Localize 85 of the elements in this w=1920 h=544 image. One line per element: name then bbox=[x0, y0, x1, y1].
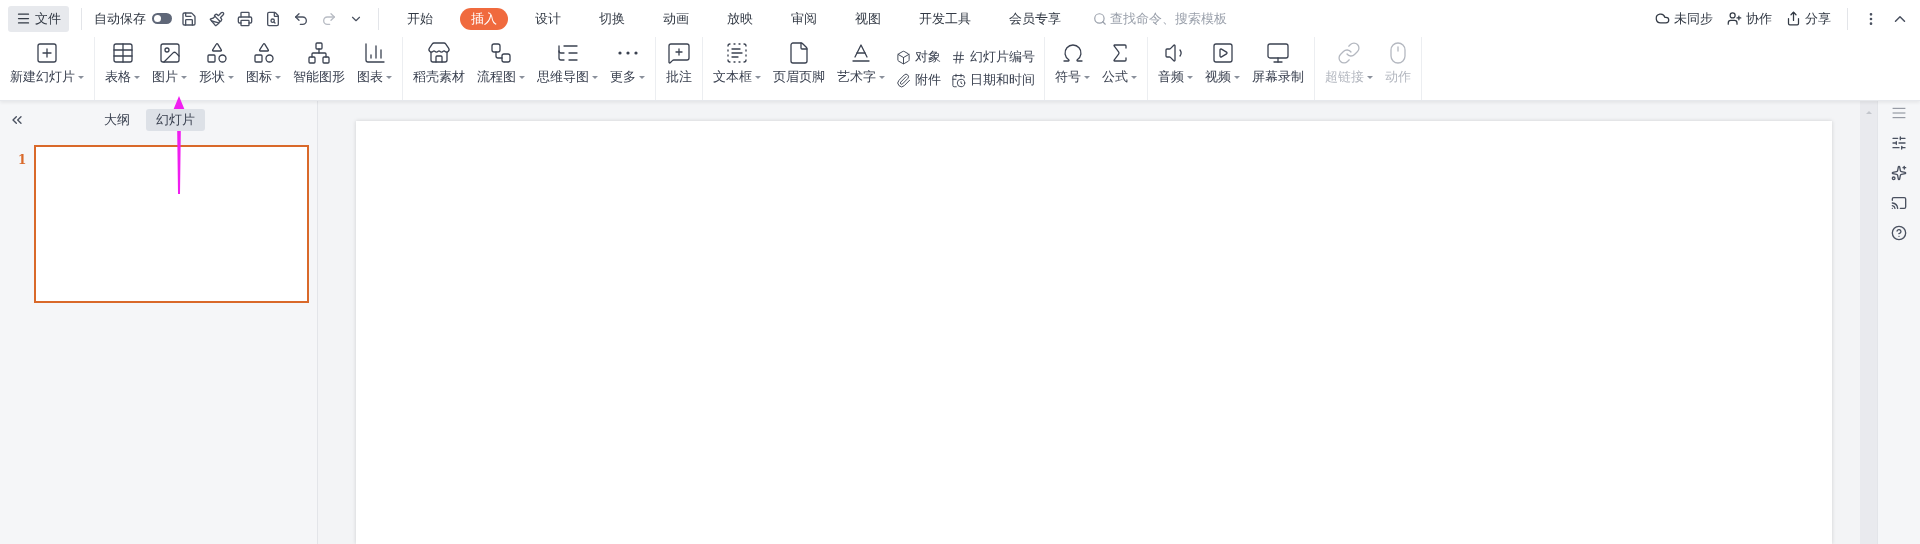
caret-icon bbox=[181, 76, 187, 79]
store-icon bbox=[427, 41, 451, 65]
caret-icon bbox=[228, 76, 234, 79]
caret-icon bbox=[1367, 76, 1373, 79]
shapes-icon bbox=[251, 41, 276, 65]
paperclip-icon bbox=[896, 72, 911, 88]
caret-icon bbox=[78, 76, 84, 79]
menu-icon bbox=[16, 11, 31, 26]
panel-tab[interactable]: 幻灯片 bbox=[146, 109, 205, 131]
autosave-label: 自动保存 bbox=[94, 9, 146, 28]
ribbon-button[interactable]: 日期和时间 bbox=[951, 71, 1035, 89]
text-box-icon bbox=[725, 41, 749, 65]
ribbon-button[interactable]: 更多 bbox=[604, 37, 651, 100]
search-icon bbox=[1093, 11, 1107, 26]
ribbon-button[interactable]: 思维导图 bbox=[531, 37, 604, 100]
caret-icon bbox=[134, 76, 140, 79]
ribbon-tab[interactable]: 放映 bbox=[716, 7, 764, 30]
scrollbar[interactable] bbox=[1860, 101, 1877, 544]
shapes-icon bbox=[204, 41, 229, 65]
bar-chart-icon bbox=[362, 41, 387, 65]
ribbon-button[interactable]: 文本框 bbox=[707, 37, 767, 100]
ribbon-button[interactable]: 符号 bbox=[1049, 37, 1096, 100]
ribbon-button[interactable]: 稻壳素材 bbox=[407, 37, 471, 100]
ribbon-tab[interactable]: 动画 bbox=[652, 7, 700, 30]
user-plus-icon bbox=[1727, 11, 1742, 26]
caret-icon bbox=[755, 76, 761, 79]
ribbon-button[interactable]: 幻灯片编号 bbox=[951, 48, 1035, 66]
ribbon-button[interactable]: 图表 bbox=[351, 37, 398, 100]
ribbon-tab[interactable]: 审阅 bbox=[780, 7, 828, 30]
slide-number: 1 bbox=[18, 153, 28, 167]
image-icon bbox=[157, 41, 182, 65]
panel-tab[interactable]: 大纲 bbox=[94, 109, 140, 131]
ribbon-tab[interactable]: 设计 bbox=[524, 7, 572, 30]
ribbon-button[interactable]: 页眉页脚 bbox=[767, 37, 831, 100]
ellipsis-icon bbox=[617, 51, 638, 55]
ribbon-button[interactable]: 音频 bbox=[1152, 37, 1199, 100]
ribbon-tab[interactable]: 开发工具 bbox=[908, 7, 982, 30]
ribbon-button[interactable]: 视频 bbox=[1199, 37, 1246, 100]
ribbon-button[interactable]: 流程图 bbox=[471, 37, 531, 100]
caret-icon bbox=[1084, 76, 1090, 79]
ribbon-tab[interactable]: 开始 bbox=[396, 7, 444, 30]
caret-icon bbox=[592, 76, 598, 79]
play-icon bbox=[1210, 41, 1235, 65]
caret-icon bbox=[639, 76, 645, 79]
link-icon bbox=[1337, 41, 1361, 65]
ribbon-button[interactable]: 批注 bbox=[660, 37, 698, 100]
ribbon-tab[interactable]: 切换 bbox=[588, 7, 636, 30]
comment-plus-icon bbox=[667, 41, 691, 65]
ribbon-button[interactable]: 形状 bbox=[193, 37, 240, 100]
cube-icon bbox=[896, 49, 911, 65]
cloud-icon bbox=[1655, 11, 1670, 26]
ribbon-button[interactable]: 屏幕录制 bbox=[1246, 37, 1310, 100]
page-icon bbox=[787, 41, 811, 65]
caret-icon bbox=[1187, 76, 1193, 79]
square-plus-icon bbox=[35, 41, 59, 65]
ribbon-button[interactable]: 对象 bbox=[896, 48, 941, 66]
calendar-clock-icon bbox=[951, 72, 966, 88]
ribbon-button[interactable]: 表格 bbox=[99, 37, 146, 100]
toolbar-action[interactable]: 协作 bbox=[1723, 9, 1776, 28]
ribbon-button[interactable]: 新建幻灯片 bbox=[4, 37, 90, 100]
ribbon-button[interactable]: 图标 bbox=[240, 37, 287, 100]
ribbon-button[interactable]: 公式 bbox=[1096, 37, 1143, 100]
network-icon bbox=[307, 41, 331, 65]
ribbon-tab[interactable]: 视图 bbox=[844, 7, 892, 30]
ribbon-button[interactable]: 艺术字 bbox=[831, 37, 891, 100]
table-icon bbox=[110, 41, 135, 65]
hash-icon bbox=[951, 49, 966, 65]
ribbon-button[interactable]: 图片 bbox=[146, 37, 193, 100]
ribbon-button[interactable]: 智能图形 bbox=[287, 37, 351, 100]
autosave-toggle[interactable] bbox=[152, 13, 172, 24]
monitor-icon bbox=[1266, 41, 1290, 65]
caret-icon bbox=[275, 76, 281, 79]
caret-icon bbox=[1234, 76, 1240, 79]
ribbon-tab[interactable]: 会员专享 bbox=[998, 7, 1072, 30]
flowchart-icon bbox=[489, 41, 513, 65]
ribbon-button[interactable]: 附件 bbox=[896, 71, 941, 89]
toolbar-action[interactable]: 分享 bbox=[1782, 9, 1835, 28]
caret-icon bbox=[1131, 76, 1137, 79]
caret-icon bbox=[879, 76, 885, 79]
slide-thumbnail[interactable] bbox=[34, 145, 309, 303]
share-icon bbox=[1786, 11, 1801, 26]
toolbar-action[interactable]: 未同步 bbox=[1651, 9, 1717, 28]
caret-icon bbox=[519, 76, 525, 79]
caret-icon bbox=[386, 76, 392, 79]
file-menu-button[interactable]: 文件 bbox=[8, 5, 69, 32]
